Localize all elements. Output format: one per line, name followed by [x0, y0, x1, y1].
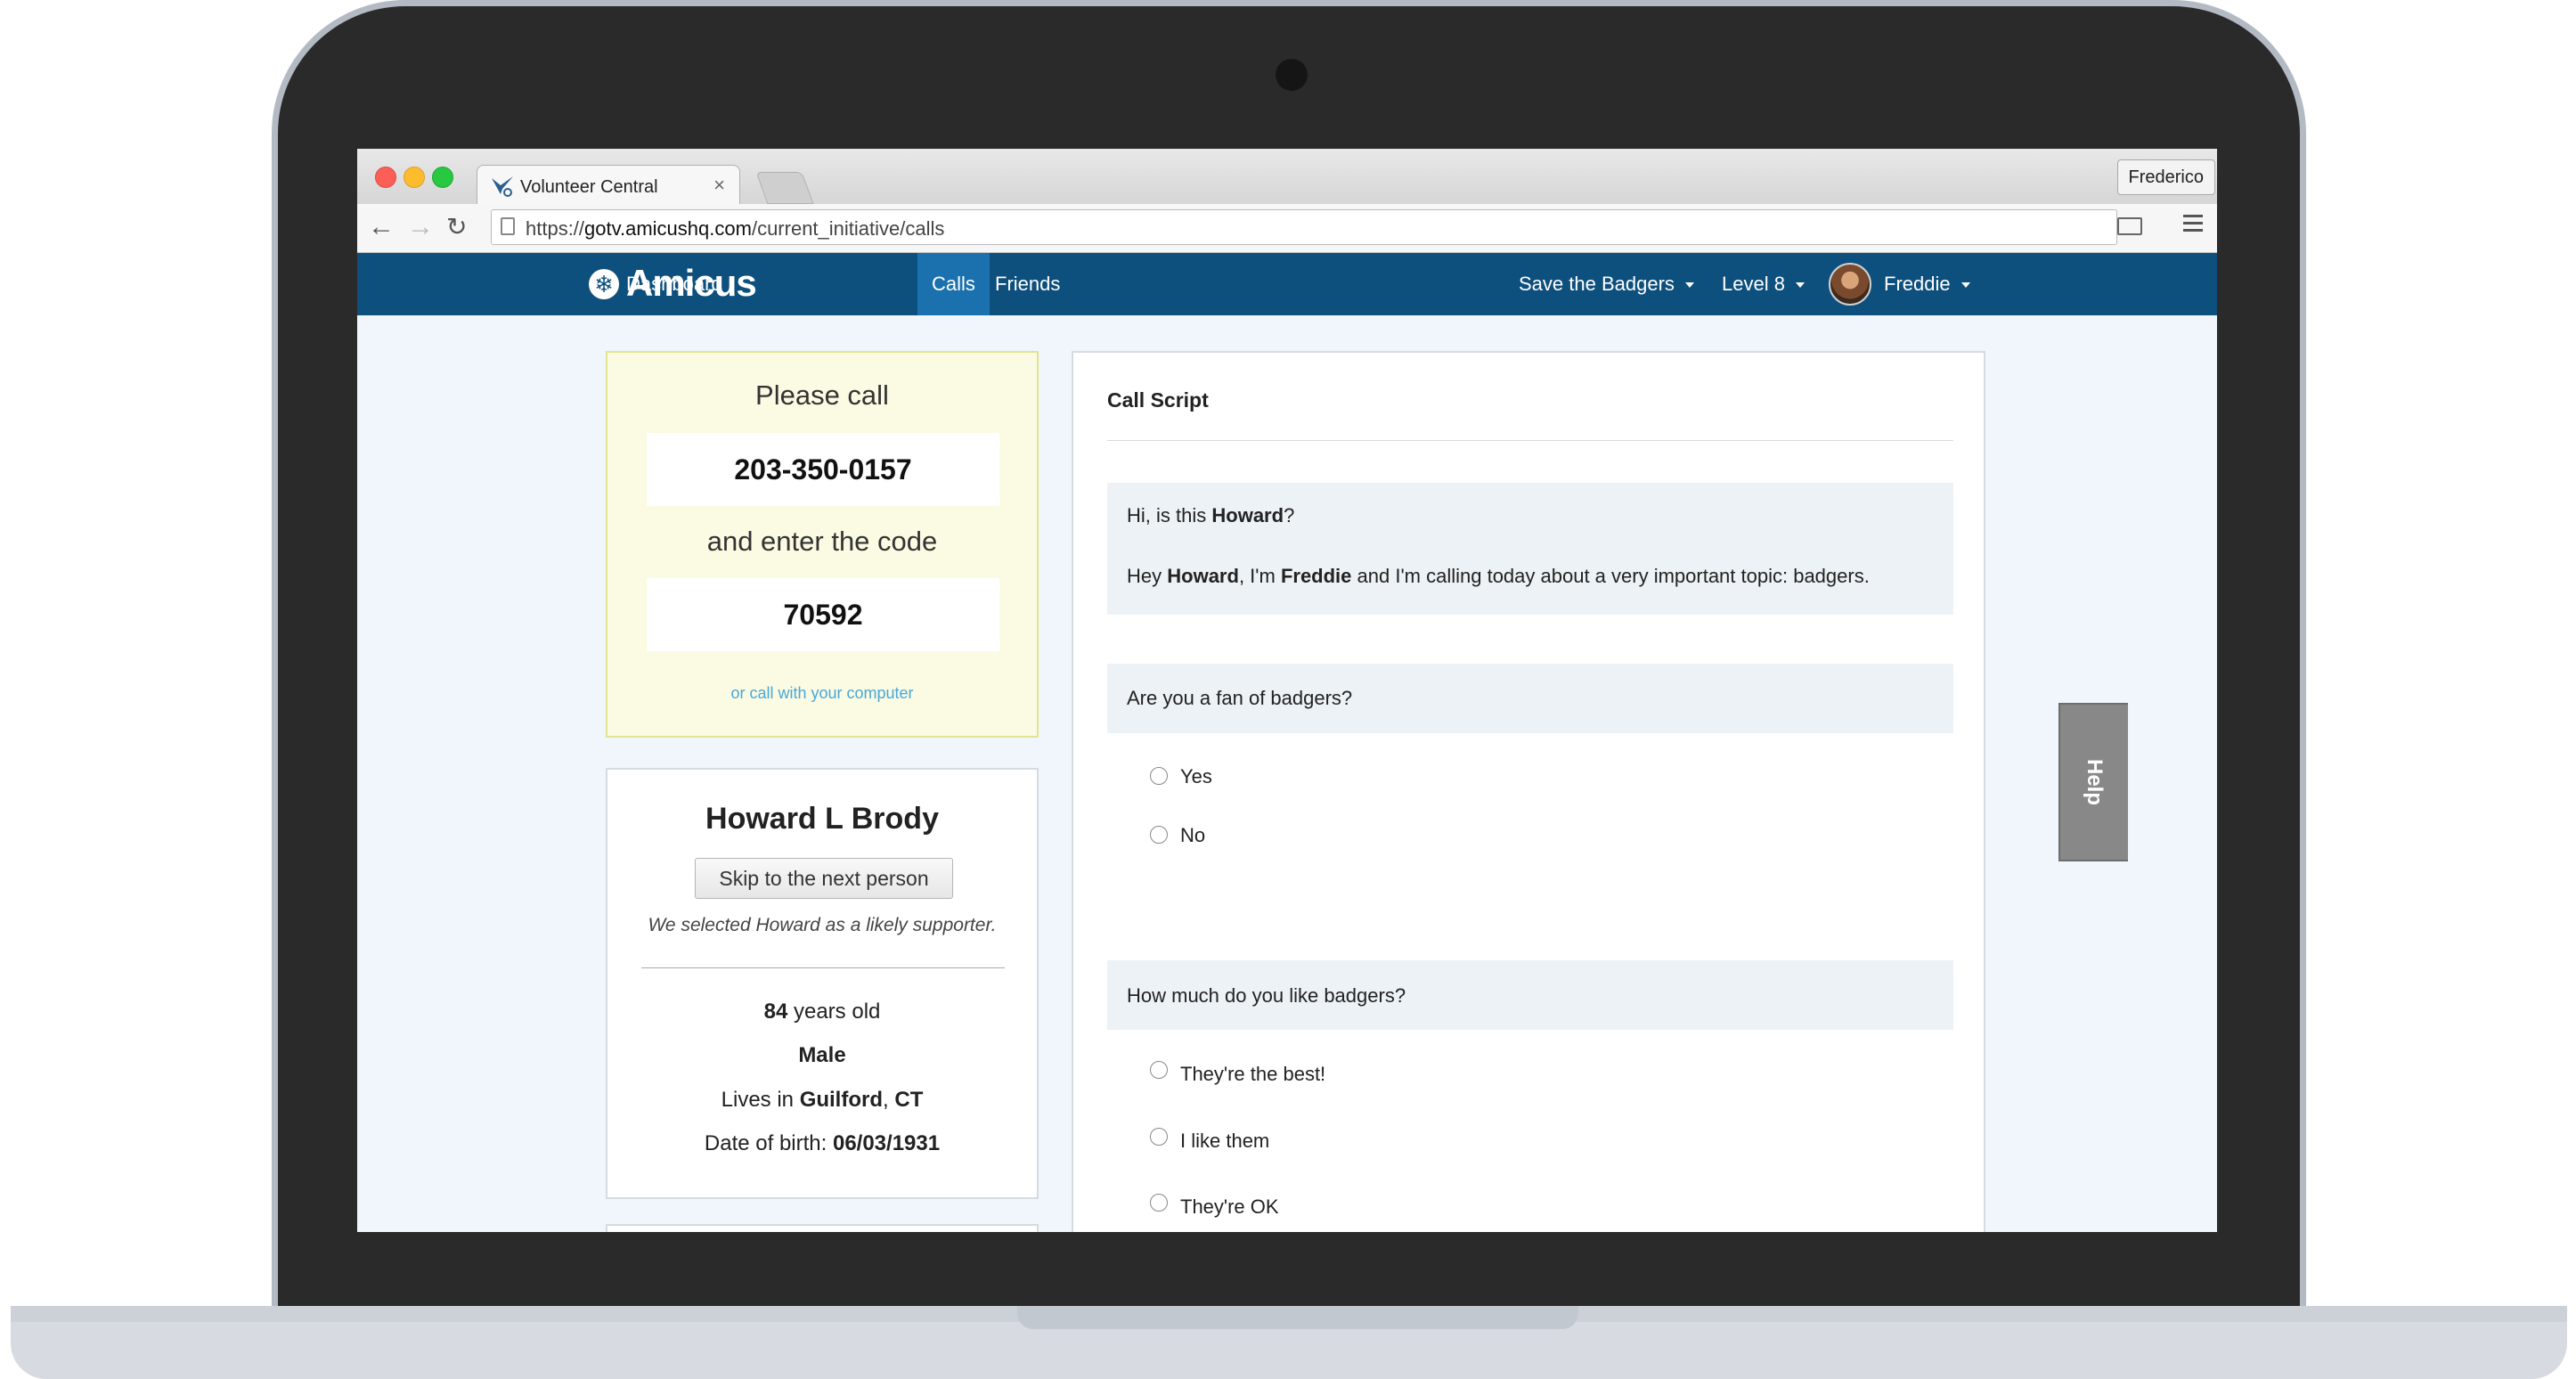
person-location: Lives in Guilford, CT: [721, 1088, 924, 1112]
reload-icon[interactable]: ↻: [446, 212, 467, 242]
caret-down-icon: [1961, 282, 1970, 289]
user-dropdown[interactable]: Freddie: [1870, 253, 1985, 315]
cast-icon[interactable]: [2117, 217, 2142, 235]
radio-button[interactable]: [1150, 1061, 1168, 1079]
nav-friends[interactable]: Friends: [981, 253, 1074, 315]
radio-button[interactable]: [1150, 1128, 1168, 1146]
browser-toolbar: ← → ↻ https://gotv.amicushq.com/current_…: [357, 204, 2217, 253]
caret-down-icon: [1684, 282, 1694, 289]
favicon-icon: [492, 176, 513, 197]
new-tab-button[interactable]: [755, 172, 814, 204]
person-panel: Howard L Brody Skip to the next person W…: [606, 768, 1039, 1199]
divider: [641, 967, 1005, 968]
back-arrow-icon[interactable]: ←: [368, 212, 395, 242]
browser-tabbar: Volunteer Central × Frederico: [357, 149, 2217, 206]
webcam: [1276, 59, 1308, 91]
question-text: How much do you like badgers?: [1127, 984, 1406, 1007]
question-text: Are you a fan of badgers?: [1127, 687, 1353, 709]
selection-note: We selected Howard as a likely supporter…: [648, 915, 997, 935]
script-intro-block: Hi, is this Howard? Hey Howard, I'm Fred…: [1107, 483, 1953, 615]
forward-arrow-icon[interactable]: →: [407, 212, 434, 242]
screen: Volunteer Central × Frederico ← → ↻ http…: [357, 149, 2217, 1232]
question-block: Are you a fan of badgers?: [1107, 664, 1953, 733]
call-with-computer-link[interactable]: or call with your computer: [607, 684, 1037, 703]
call-script-panel: Call Script Hi, is this Howard? Hey Howa…: [1072, 351, 1985, 1232]
skip-person-button[interactable]: Skip to the next person: [695, 858, 953, 899]
app-navbar: ❄ Amicus Dashboard Calls Friends Save th…: [357, 253, 2217, 315]
person-gender: Male: [798, 1043, 846, 1067]
phone-number: 203-350-0157: [647, 433, 999, 506]
please-call-label: Please call: [755, 379, 889, 411]
answer-label: They're OK: [1180, 1195, 1279, 1218]
level-dropdown[interactable]: Level 8: [1708, 253, 1819, 315]
person-dob: Date of birth: 06/03/1931: [704, 1131, 941, 1155]
caret-down-icon: [1795, 282, 1805, 289]
radio-button[interactable]: [1150, 767, 1168, 785]
answer-label: They're the best!: [1180, 1063, 1326, 1085]
close-window-button[interactable]: [375, 167, 396, 188]
help-label: Help: [2083, 758, 2107, 806]
browser-tab[interactable]: Volunteer Central ×: [477, 165, 740, 206]
script-introduction: Hey Howard, I'm Freddie and I'm calling …: [1127, 565, 1870, 587]
minimize-window-button[interactable]: [404, 167, 425, 188]
next-panel: [606, 1224, 1039, 1232]
call-script-title: Call Script: [1107, 388, 1209, 412]
answer-label: I like them: [1180, 1130, 1270, 1152]
divider: [1107, 440, 1953, 441]
access-code: 70592: [647, 578, 999, 651]
address-bar[interactable]: https://gotv.amicushq.com/current_initia…: [491, 209, 2117, 245]
radio-button[interactable]: [1150, 826, 1168, 844]
url-text: https://gotv.amicushq.com/current_initia…: [526, 217, 945, 240]
tab-title: Volunteer Central: [520, 177, 658, 197]
enter-code-label: and enter the code: [706, 526, 938, 557]
maximize-window-button[interactable]: [432, 167, 453, 188]
person-name: Howard L Brody: [705, 802, 939, 836]
radio-button[interactable]: [1150, 1194, 1168, 1212]
tab-close-icon[interactable]: ×: [713, 174, 725, 197]
person-age: 84 years old: [763, 1000, 881, 1024]
avatar[interactable]: [1829, 263, 1871, 306]
question-block: How much do you like badgers?: [1107, 960, 1953, 1030]
answer-label: No: [1180, 824, 1206, 846]
page-icon: [501, 217, 515, 235]
help-tab[interactable]: Help: [2058, 703, 2128, 861]
script-greeting: Hi, is this Howard?: [1127, 504, 1295, 526]
campaign-dropdown[interactable]: Save the Badgers: [1504, 253, 1708, 315]
laptop-base: [11, 1306, 2567, 1379]
menu-icon[interactable]: [2183, 215, 2203, 236]
laptop-base-notch: [1017, 1306, 1578, 1329]
call-instructions-panel: Please call 203-350-0157 and enter the c…: [606, 351, 1039, 738]
nav-dashboard[interactable]: Dashboard: [612, 253, 737, 315]
answer-label: Yes: [1180, 765, 1212, 787]
nav-calls[interactable]: Calls: [917, 253, 990, 315]
profile-button[interactable]: Frederico: [2116, 159, 2215, 195]
